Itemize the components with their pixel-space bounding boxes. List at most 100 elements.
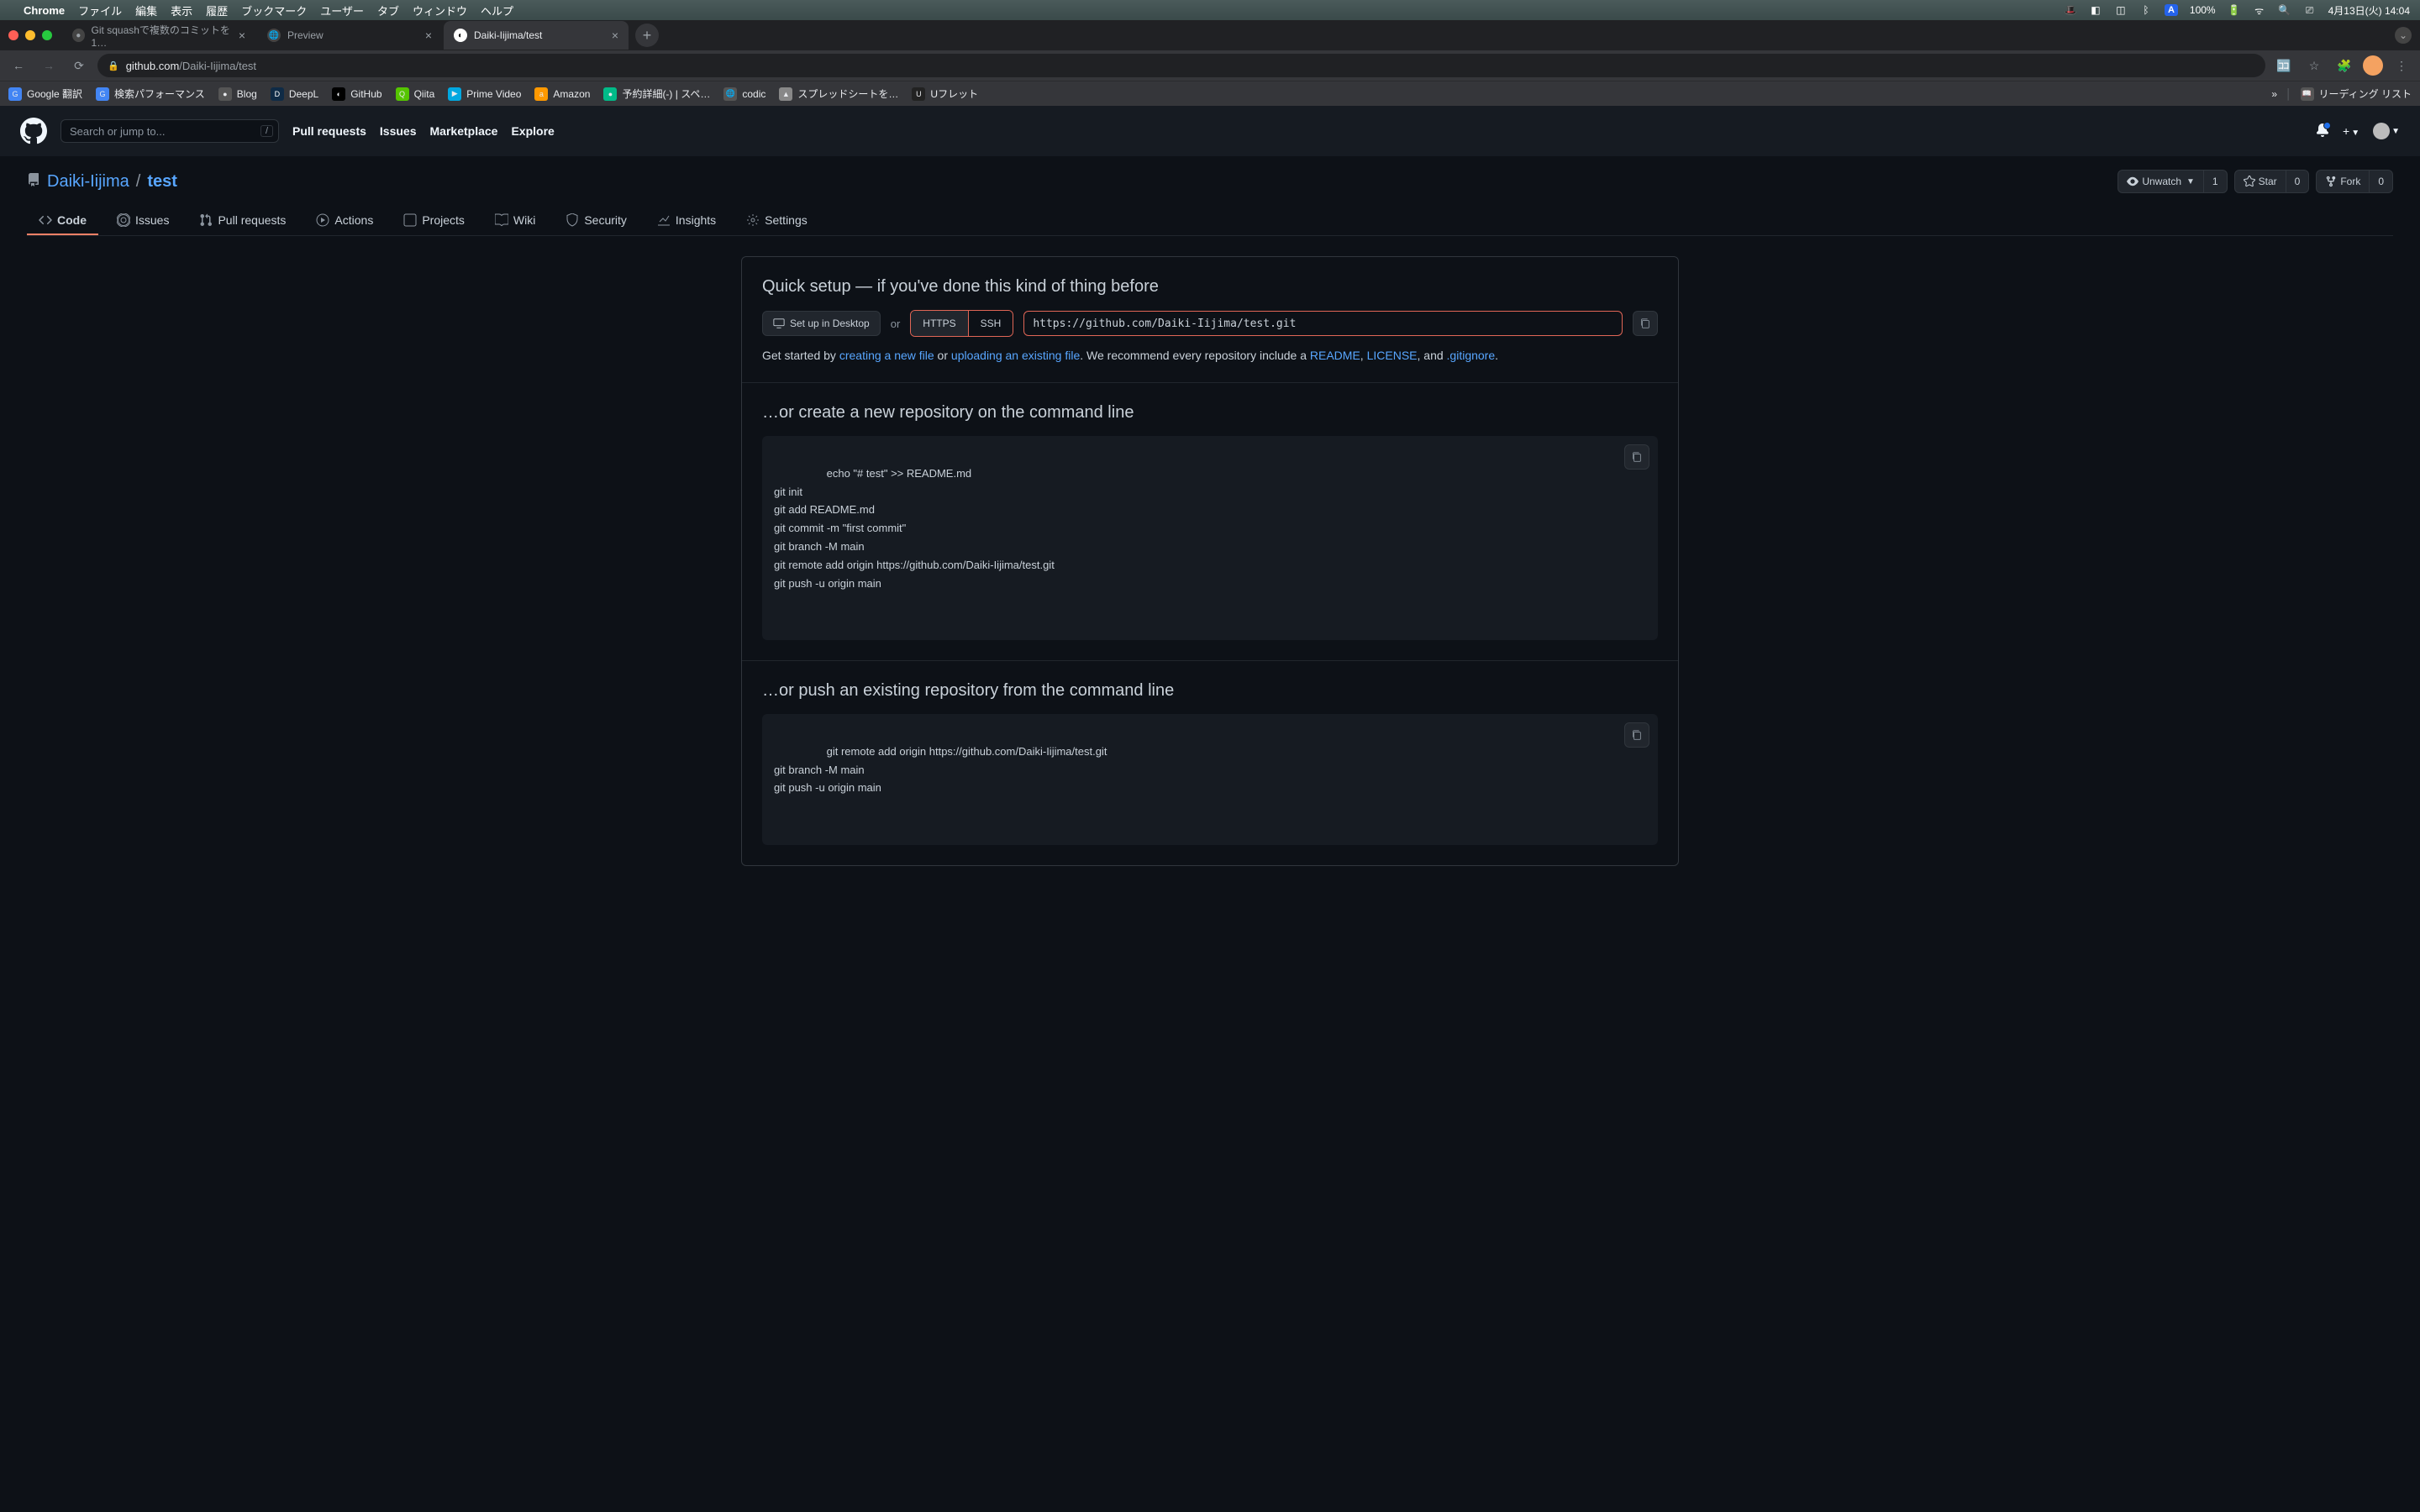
extensions-icon[interactable]: 🧩 xyxy=(2333,54,2356,77)
control-center-icon[interactable]: ⎚ xyxy=(2303,3,2317,17)
macos-menubar: Chrome ファイル 編集 表示 履歴 ブックマーク ユーザー タブ ウィンド… xyxy=(0,0,2420,20)
ime-indicator[interactable]: A xyxy=(2165,4,2178,16)
nav-pull-requests[interactable]: Pull requests xyxy=(292,124,366,138)
menu-item[interactable]: ウィンドウ xyxy=(413,3,467,18)
battery-icon[interactable]: 🔋 xyxy=(2228,3,2241,17)
browser-tab[interactable]: 🌐 Preview × xyxy=(257,21,442,50)
license-link[interactable]: LICENSE xyxy=(1367,349,1418,362)
upload-file-link[interactable]: uploading an existing file xyxy=(951,349,1080,362)
menu-item[interactable]: 履歴 xyxy=(206,3,228,18)
bookmark[interactable]: GGoogle 翻訳 xyxy=(8,87,82,101)
watch-count[interactable]: 1 xyxy=(2203,171,2227,192)
bookmark[interactable]: QQiita xyxy=(396,87,435,101)
tab-bar: ● Git squashで複数のコミットを1… × 🌐 Preview × ◐ … xyxy=(0,20,2420,50)
copy-code-button[interactable] xyxy=(1624,444,1649,470)
push-code-block[interactable]: git remote add origin https://github.com… xyxy=(762,714,1658,845)
menu-item[interactable]: ユーザー xyxy=(320,3,364,18)
github-logo[interactable] xyxy=(20,118,47,144)
lock-icon[interactable]: 🔒 xyxy=(108,60,119,71)
menu-item[interactable]: 編集 xyxy=(135,3,157,18)
fork-count[interactable]: 0 xyxy=(2369,171,2392,192)
menu-icon[interactable]: ⋮ xyxy=(2390,54,2413,77)
star-button[interactable]: Star 0 xyxy=(2234,170,2310,193)
bluetooth-icon[interactable]: ᛒ xyxy=(2139,3,2153,17)
profile-avatar[interactable] xyxy=(2363,55,2383,76)
create-code-block[interactable]: echo "# test" >> README.md git init git … xyxy=(762,436,1658,640)
close-tab-icon[interactable]: × xyxy=(612,29,618,42)
app-name[interactable]: Chrome xyxy=(24,4,65,17)
search-input[interactable]: Search or jump to... / xyxy=(60,119,279,143)
address-bar[interactable]: 🔒 github.com/Daiki-Iijima/test xyxy=(97,54,2265,77)
bookmark[interactable]: ▲スプレッドシートを… xyxy=(779,87,898,101)
nav-marketplace[interactable]: Marketplace xyxy=(430,124,498,138)
nav-issues[interactable]: Issues xyxy=(380,124,417,138)
add-dropdown[interactable]: +▼ xyxy=(2343,124,2360,138)
forward-button: → xyxy=(37,54,60,77)
search-slash-hint: / xyxy=(260,125,273,137)
tab-overflow-icon[interactable]: ⌄ xyxy=(2395,27,2412,44)
reload-button[interactable]: ⟳ xyxy=(67,54,91,77)
notifications-icon[interactable] xyxy=(2316,123,2329,139)
ssh-button[interactable]: SSH xyxy=(969,311,1013,336)
browser-tab[interactable]: ● Git squashで複数のコミットを1… × xyxy=(62,21,255,50)
close-tab-icon[interactable]: × xyxy=(239,29,245,42)
tab-title: Git squashで複数のコミットを1… xyxy=(92,23,232,49)
bookmark[interactable]: DDeepL xyxy=(271,87,318,101)
wifi-icon[interactable]: ᯤ xyxy=(2253,3,2266,17)
menu-item[interactable]: ヘルプ xyxy=(481,3,513,18)
hat-icon[interactable]: 🎩 xyxy=(2064,3,2077,17)
close-window[interactable] xyxy=(8,30,18,40)
minimize-window[interactable] xyxy=(25,30,35,40)
tab-settings[interactable]: Settings xyxy=(734,207,819,235)
fork-button[interactable]: Fork 0 xyxy=(2316,170,2393,193)
window-icon[interactable]: ◧ xyxy=(2089,3,2102,17)
unwatch-button[interactable]: Unwatch▼ 1 xyxy=(2118,170,2227,193)
tab-projects[interactable]: Projects xyxy=(392,207,476,235)
repo-owner-link[interactable]: Daiki-Iijima xyxy=(47,172,129,192)
copy-url-button[interactable] xyxy=(1633,311,1658,336)
reading-list[interactable]: 📖リーディング リスト xyxy=(2301,87,2412,101)
repo-name-link[interactable]: test xyxy=(147,172,177,192)
bookmark[interactable]: ▶Prime Video xyxy=(448,87,521,101)
browser-tab-active[interactable]: ◐ Daiki-Iijima/test × xyxy=(444,21,629,50)
setup-desktop-button[interactable]: Set up in Desktop xyxy=(762,311,881,336)
star-count[interactable]: 0 xyxy=(2286,171,2309,192)
gitignore-link[interactable]: .gitignore xyxy=(1447,349,1496,362)
translate-icon[interactable]: 🈁 xyxy=(2272,54,2296,77)
or-text: or xyxy=(891,318,901,330)
star-icon[interactable]: ☆ xyxy=(2302,54,2326,77)
bookmark[interactable]: ●Blog xyxy=(218,87,257,101)
back-button[interactable]: ← xyxy=(7,54,30,77)
bookmark[interactable]: UUフレット xyxy=(912,87,978,101)
maximize-window[interactable] xyxy=(42,30,52,40)
close-tab-icon[interactable]: × xyxy=(425,29,432,42)
search-icon[interactable]: 🔍 xyxy=(2278,3,2291,17)
copy-code-button[interactable] xyxy=(1624,722,1649,748)
tab-security[interactable]: Security xyxy=(554,207,639,235)
menu-item[interactable]: 表示 xyxy=(171,3,192,18)
clone-url-input[interactable]: https://github.com/Daiki-Iijima/test.git xyxy=(1023,311,1623,336)
tab-code[interactable]: Code xyxy=(27,207,98,235)
bookmarks-overflow[interactable]: » xyxy=(2271,88,2277,100)
bookmark[interactable]: 🌐codic xyxy=(723,87,765,101)
nav-explore[interactable]: Explore xyxy=(511,124,554,138)
menu-item[interactable]: ファイル xyxy=(78,3,122,18)
create-file-link[interactable]: creating a new file xyxy=(839,349,934,362)
https-button[interactable]: HTTPS xyxy=(911,311,968,336)
menu-item[interactable]: ブックマーク xyxy=(241,3,307,18)
tab-insights[interactable]: Insights xyxy=(645,207,728,235)
bookmark[interactable]: G検索パフォーマンス xyxy=(96,87,205,101)
grid-icon[interactable]: ◫ xyxy=(2114,3,2128,17)
bookmark[interactable]: aAmazon xyxy=(534,87,590,101)
tab-pull-requests[interactable]: Pull requests xyxy=(187,207,297,235)
datetime[interactable]: 4月13日(火) 14:04 xyxy=(2328,3,2410,18)
menu-item[interactable]: タブ xyxy=(377,3,399,18)
readme-link[interactable]: README xyxy=(1310,349,1360,362)
tab-actions[interactable]: Actions xyxy=(304,207,385,235)
tab-issues[interactable]: Issues xyxy=(105,207,181,235)
bookmark[interactable]: ●予約詳細(-) | スペ… xyxy=(603,87,710,101)
bookmark[interactable]: ◐GitHub xyxy=(332,87,381,101)
new-tab-button[interactable]: + xyxy=(635,24,659,47)
profile-dropdown[interactable]: ▼ xyxy=(2373,123,2400,139)
tab-wiki[interactable]: Wiki xyxy=(483,207,547,235)
